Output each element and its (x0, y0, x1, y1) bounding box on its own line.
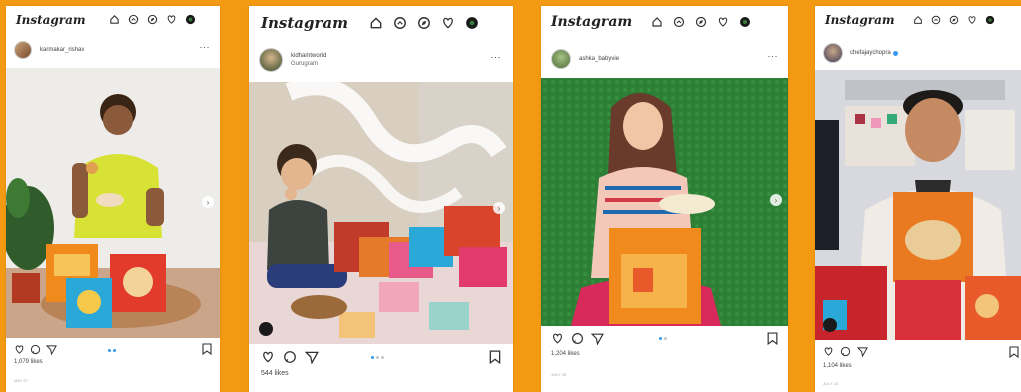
verified-icon (892, 50, 898, 56)
messenger-icon[interactable] (128, 14, 139, 25)
explore-icon[interactable] (949, 15, 959, 25)
heart-icon[interactable] (823, 346, 834, 357)
instagram-header: Instagram (541, 6, 788, 40)
heart-icon[interactable] (166, 14, 177, 25)
action-bar (551, 332, 604, 345)
user-tag-icon[interactable] (823, 318, 837, 332)
explore-icon[interactable] (417, 16, 431, 30)
instagram-header: Instagram (815, 6, 1021, 36)
action-bar (823, 346, 868, 357)
home-icon[interactable] (651, 16, 663, 28)
messenger-icon[interactable] (393, 16, 407, 30)
share-icon[interactable] (857, 346, 868, 357)
post-photo[interactable]: › (541, 78, 788, 326)
avatar[interactable] (551, 49, 571, 69)
heart-icon[interactable] (551, 332, 564, 345)
comment-icon[interactable] (283, 350, 297, 364)
bookmark-icon[interactable] (767, 332, 778, 345)
share-icon[interactable] (46, 344, 57, 355)
carousel-dots (108, 349, 118, 352)
user-tag-icon[interactable] (259, 322, 273, 336)
action-bar (261, 350, 319, 364)
username[interactable]: karmakar_rishav (40, 47, 84, 53)
heart-icon[interactable] (967, 15, 977, 25)
profile-icon[interactable] (465, 16, 479, 30)
post-card-3: Instagram ashka_babyvie ··· › 1,204 like… (541, 6, 788, 392)
likes-count[interactable]: 1,204 likes (551, 351, 580, 357)
carousel-dots (371, 356, 386, 359)
profile-icon[interactable] (985, 15, 995, 25)
nav-icons (369, 16, 479, 30)
username[interactable]: ashka_babyvie (579, 56, 619, 62)
post-card-2: Instagram kidhamtworld Gurugram ··· › 54… (249, 6, 513, 392)
instagram-header: Instagram (6, 6, 220, 34)
bookmark-icon[interactable] (489, 350, 501, 364)
avatar[interactable] (823, 43, 843, 63)
action-bar (14, 344, 57, 355)
heart-icon[interactable] (717, 16, 729, 28)
username[interactable]: kidhamtworld (291, 53, 326, 59)
next-photo-arrow[interactable]: › (493, 202, 505, 214)
instagram-header: Instagram (249, 6, 513, 42)
avatar[interactable] (14, 41, 32, 59)
instagram-logo[interactable]: Instagram (551, 14, 632, 30)
photo-illustration (249, 82, 513, 344)
post-header: kidhamtworld Gurugram ··· (249, 46, 513, 74)
comment-icon[interactable] (571, 332, 584, 345)
comment-icon[interactable] (30, 344, 41, 355)
likes-count[interactable]: 1,104 likes (823, 363, 852, 369)
post-photo[interactable] (815, 70, 1021, 340)
heart-icon[interactable] (441, 16, 455, 30)
post-header: chefajaychopra (815, 42, 1021, 64)
likes-count[interactable]: 1,079 likes (14, 359, 43, 365)
photo-illustration (6, 68, 220, 338)
post-photo[interactable]: › (6, 68, 220, 338)
more-icon[interactable]: ··· (200, 42, 211, 52)
location[interactable]: Gurugram (291, 61, 326, 67)
avatar[interactable] (259, 48, 283, 72)
post-card-1: Instagram karmakar_rishav ··· › 1,079 li… (6, 6, 220, 392)
post-date: JULY 15 (823, 381, 838, 386)
instagram-logo[interactable]: Instagram (261, 14, 348, 32)
photo-illustration (815, 70, 1021, 340)
post-date: JULY 28 (551, 372, 566, 377)
home-icon[interactable] (913, 15, 923, 25)
nav-icons (109, 14, 196, 25)
instagram-logo[interactable]: Instagram (825, 13, 895, 27)
explore-icon[interactable] (147, 14, 158, 25)
bookmark-icon[interactable] (202, 343, 212, 355)
share-icon[interactable] (591, 332, 604, 345)
post-header: karmakar_rishav ··· (6, 40, 220, 60)
nav-icons (913, 15, 995, 25)
post-header-text: kidhamtworld Gurugram (291, 53, 326, 67)
post-card-4: Instagram chefajaychopra 1,104 likes JUL… (815, 6, 1021, 392)
next-photo-arrow[interactable]: › (770, 194, 782, 206)
instagram-logo[interactable]: Instagram (16, 13, 86, 27)
messenger-icon[interactable] (931, 15, 941, 25)
post-date: MAY 27 (14, 378, 28, 383)
profile-icon[interactable] (739, 16, 751, 28)
nav-icons (651, 16, 751, 28)
explore-icon[interactable] (695, 16, 707, 28)
more-icon[interactable]: ··· (768, 51, 779, 61)
bookmark-icon[interactable] (1009, 346, 1019, 358)
home-icon[interactable] (369, 16, 383, 30)
post-header: ashka_babyvie ··· (541, 48, 788, 70)
comment-icon[interactable] (840, 346, 851, 357)
home-icon[interactable] (109, 14, 120, 25)
messenger-icon[interactable] (673, 16, 685, 28)
username[interactable]: chefajaychopra (850, 50, 891, 56)
heart-icon[interactable] (14, 344, 25, 355)
heart-icon[interactable] (261, 350, 275, 364)
carousel-dots (659, 337, 669, 340)
share-icon[interactable] (305, 350, 319, 364)
profile-icon[interactable] (185, 14, 196, 25)
next-photo-arrow[interactable]: › (202, 196, 214, 208)
likes-count[interactable]: 544 likes (261, 370, 289, 377)
more-icon[interactable]: ··· (491, 52, 502, 62)
post-photo[interactable]: › (249, 82, 513, 344)
photo-illustration (541, 78, 788, 326)
